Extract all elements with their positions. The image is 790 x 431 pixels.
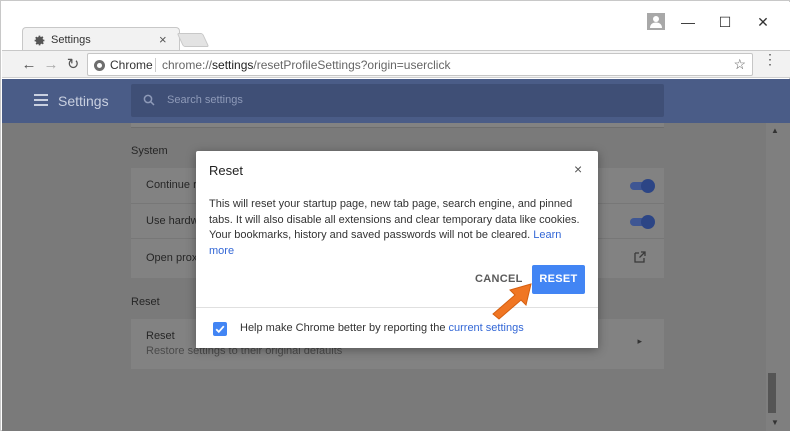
checkmark-icon [215,325,225,334]
system-section-title: System [131,145,168,157]
dialog-body: This will reset your startup page, new t… [209,197,587,259]
site-label: Chrome [110,58,153,72]
browser-toolbar: ← → ↻ Chrome chrome://settings/resetProf… [2,50,790,78]
search-placeholder: Search settings [167,94,243,106]
scrollbar[interactable]: ▲ ▼ [766,123,790,431]
back-button[interactable]: ← [20,56,38,74]
gear-icon [34,35,45,46]
dialog-footer: Help make Chrome better by reporting the… [196,307,598,348]
tab-strip: Settings × — ☐ ✕ [2,2,790,53]
address-separator [155,58,156,72]
open-external-icon[interactable] [634,251,646,263]
new-tab-button[interactable] [176,33,210,47]
tab-title: Settings [51,34,91,46]
user-profile-button[interactable] [647,13,665,30]
browser-window: Settings × — ☐ ✕ ← → ↻ Chrome chrome://s… [0,0,790,431]
reset-dialog: Reset × This will reset your startup pag… [196,151,598,348]
chevron-right-icon: ▸ [637,336,642,346]
reset-row-label: Reset [146,330,175,342]
hardware-acceleration-toggle[interactable] [630,215,655,229]
forward-button[interactable]: → [42,56,60,74]
pointer-arrow-icon [492,283,532,320]
search-settings-input[interactable]: Search settings [131,84,664,117]
report-settings-checkbox[interactable] [213,322,227,336]
reset-section-title: Reset [131,296,160,308]
browser-menu-button[interactable]: ⋮ [763,52,777,66]
bookmark-star-icon[interactable]: ☆ [733,56,746,73]
settings-header: Settings Search settings [2,79,790,123]
window-close-button[interactable]: ✕ [753,14,773,31]
reload-button[interactable]: ↻ [64,56,82,74]
dialog-message: This will reset your startup page, new t… [209,198,580,241]
tab-close-icon[interactable]: × [159,32,167,47]
settings-title: Settings [58,93,109,109]
dialog-title: Reset [209,163,243,178]
chrome-page-icon [94,60,105,71]
address-bar[interactable]: Chrome chrome://settings/resetProfileSet… [87,53,753,76]
setting-row-label: Open proxy [146,252,203,264]
reset-button[interactable]: RESET [532,265,585,294]
scrollbar-thumb[interactable] [768,373,776,413]
search-icon [143,94,155,106]
previous-section-card [131,123,664,128]
hamburger-menu-icon[interactable] [34,94,48,106]
current-settings-link[interactable]: current settings [449,322,524,334]
url-text[interactable]: chrome://settings/resetProfileSettings?o… [162,58,450,72]
background-apps-toggle[interactable] [630,179,655,193]
setting-row-label: Continue ru [146,179,203,191]
maximize-button[interactable]: ☐ [715,14,735,31]
scroll-up-icon[interactable]: ▲ [771,126,779,135]
report-settings-label: Help make Chrome better by reporting the… [240,322,524,334]
dialog-close-icon[interactable]: × [574,161,582,177]
user-icon [650,16,662,28]
scroll-down-icon[interactable]: ▼ [771,418,779,427]
minimize-button[interactable]: — [678,14,698,30]
